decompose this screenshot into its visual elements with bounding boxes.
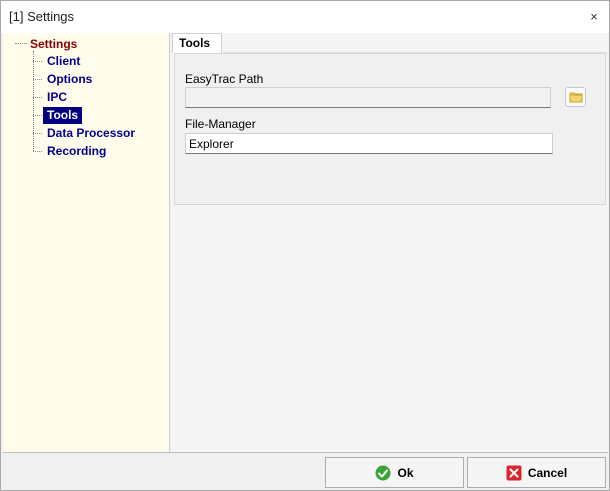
tree-connector xyxy=(33,79,42,80)
ok-label: Ok xyxy=(397,465,414,480)
tree-connector xyxy=(33,115,42,116)
tree-connector xyxy=(33,51,34,151)
tab-tools[interactable]: Tools xyxy=(172,33,222,53)
cancel-label: Cancel xyxy=(527,465,568,480)
tree-item-options[interactable]: Options xyxy=(43,71,96,88)
easytrac-path-field[interactable] xyxy=(185,87,551,108)
browse-button[interactable] xyxy=(565,87,586,107)
ok-button[interactable]: Ok xyxy=(325,457,464,488)
tree-item-ipc[interactable]: IPC xyxy=(43,89,71,106)
tree-item-data-processor[interactable]: Data Processor xyxy=(43,125,139,142)
tree-connector xyxy=(33,97,42,98)
folder-icon xyxy=(569,92,582,103)
cancel-button[interactable]: Cancel xyxy=(467,457,606,488)
settings-tree: Settings Client Options IPC Tools Data P… xyxy=(3,33,170,452)
check-icon xyxy=(375,465,391,480)
tree-connector xyxy=(15,43,27,44)
close-icon[interactable]: × xyxy=(587,10,601,24)
cancel-icon xyxy=(506,465,522,480)
title-bar: [1] Settings × xyxy=(1,1,609,33)
tree-item-tools[interactable]: Tools xyxy=(43,107,83,124)
tools-group: EasyTrac Path File-Manager Explorer xyxy=(174,53,606,205)
file-manager-field[interactable]: Explorer xyxy=(185,133,553,154)
tree-root-settings[interactable]: Settings xyxy=(29,36,78,52)
file-manager-label: File-Manager xyxy=(185,117,256,131)
tree-connector xyxy=(33,151,42,152)
window-title: [1] Settings xyxy=(9,9,75,24)
easytrac-path-label: EasyTrac Path xyxy=(185,72,264,86)
settings-window: [1] Settings × Settings Client Options I… xyxy=(0,0,610,491)
dialog-footer: Ok Cancel xyxy=(3,452,608,490)
settings-panel: Tools EasyTrac Path File-Manager Explore… xyxy=(171,33,608,452)
tree-connector xyxy=(33,61,42,62)
tree-connector xyxy=(33,133,42,134)
tree-item-recording[interactable]: Recording xyxy=(43,143,110,160)
tree-item-client[interactable]: Client xyxy=(43,53,84,70)
